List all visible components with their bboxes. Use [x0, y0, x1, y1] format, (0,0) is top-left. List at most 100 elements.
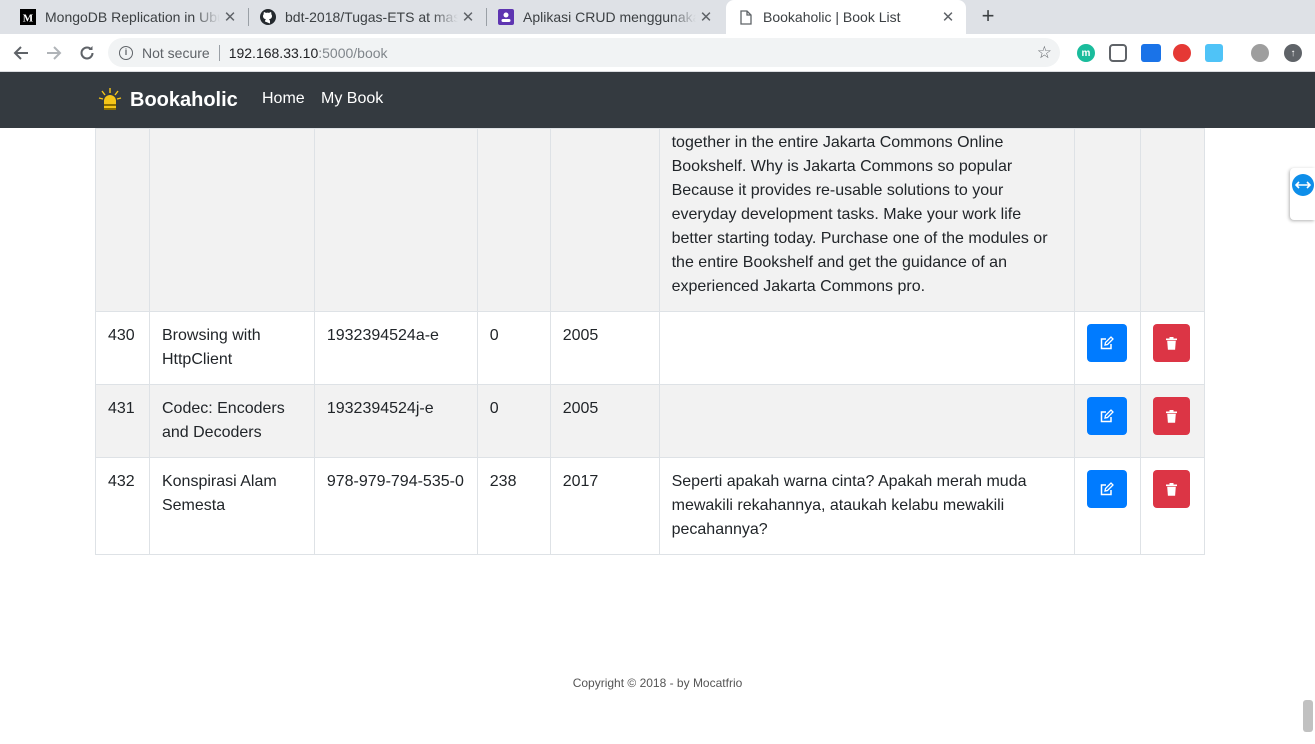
info-icon[interactable]: i — [119, 45, 133, 60]
delete-button[interactable] — [1152, 397, 1190, 435]
browser-toolbar: i Not secure 192.168.33.10:5000/book ☆ m… — [0, 34, 1315, 72]
cell-isbn: 1932394524a-e — [313, 311, 478, 385]
cell-pages: 0 — [476, 311, 551, 385]
tab-title: Aplikasi CRUD menggunakan — [523, 9, 696, 25]
browser-tab-bookaholic[interactable]: Bookaholic | Book List ✕ — [726, 0, 966, 34]
cell-isbn — [313, 128, 478, 312]
brand[interactable]: Bookaholic — [98, 87, 238, 113]
cell-id — [95, 128, 150, 312]
browser-tab-strip: M MongoDB Replication in Ubuntu ✕ bdt-20… — [0, 0, 1315, 34]
cell-isbn: 978-979-794-535-0 — [313, 457, 478, 555]
browser-tab-mongodb[interactable]: M MongoDB Replication in Ubuntu ✕ — [8, 0, 248, 34]
medium-icon: M — [20, 9, 36, 25]
document-icon — [738, 9, 754, 25]
omnibox-divider — [218, 44, 220, 61]
update-arrow-icon[interactable]: ↑ — [1284, 44, 1302, 62]
nav-my-book[interactable]: My Book — [321, 90, 383, 108]
table-row: 432 Konspirasi Alam Semesta 978-979-794-… — [95, 457, 1206, 555]
svg-text:M: M — [23, 13, 34, 25]
github-icon — [260, 9, 276, 25]
brand-name: Bookaholic — [130, 88, 238, 111]
trash-icon — [1165, 336, 1177, 350]
page-scrollbar[interactable] — [1303, 700, 1313, 732]
close-icon[interactable]: ✕ — [938, 8, 958, 26]
trash-icon — [1165, 482, 1177, 496]
cell-year — [549, 128, 660, 312]
cell-isbn: 1932394524j-e — [313, 384, 478, 458]
extension-m-icon[interactable]: m — [1077, 44, 1095, 62]
extension-chat-icon[interactable] — [1109, 44, 1127, 62]
delete-button[interactable] — [1152, 324, 1190, 362]
edit-icon — [1100, 482, 1114, 496]
close-icon[interactable]: ✕ — [696, 8, 716, 26]
close-icon[interactable]: ✕ — [458, 8, 478, 26]
cell-description: Seperti apakah warna cinta? Apakah merah… — [658, 457, 1075, 555]
teamviewer-widget[interactable] — [1290, 168, 1315, 220]
address-bar[interactable]: i Not secure 192.168.33.10:5000/book ☆ — [108, 38, 1060, 67]
tab-title: Bookaholic | Book List — [763, 9, 901, 25]
table-row: together in the entire Jakarta Commons O… — [95, 128, 1206, 312]
security-label: Not secure — [142, 44, 210, 61]
cell-pages: 238 — [476, 457, 551, 555]
extension-opera-icon[interactable] — [1173, 44, 1191, 62]
delete-button[interactable] — [1152, 470, 1190, 508]
reload-icon — [80, 46, 94, 60]
url-path: :5000/book — [318, 44, 388, 61]
site-navbar: Bookaholic Home My Book — [0, 72, 1315, 128]
cell-description — [658, 311, 1075, 385]
cell-edit — [1073, 128, 1141, 312]
table-row: 430 Browsing with HttpClient 1932394524a… — [95, 311, 1206, 385]
table-row: 431 Codec: Encoders and Decoders 1932394… — [95, 384, 1206, 458]
cell-id: 430 — [95, 311, 150, 385]
teamviewer-icon — [1292, 174, 1314, 196]
back-button[interactable] — [9, 41, 33, 65]
reload-button[interactable] — [75, 41, 99, 65]
cell-year: 2017 — [549, 457, 660, 555]
cell-edit — [1073, 311, 1141, 385]
trash-icon — [1165, 409, 1177, 423]
tab-title: bdt-2018/Tugas-ETS at master — [285, 9, 458, 25]
cell-pages: 0 — [476, 384, 551, 458]
cell-delete — [1139, 384, 1206, 458]
footer-copyright: Copyright © 2018 - by Mocatfrio — [572, 676, 743, 690]
edit-button[interactable] — [1086, 397, 1127, 435]
edit-button[interactable] — [1086, 470, 1127, 508]
edit-button[interactable] — [1086, 324, 1127, 362]
browser-tab-crud[interactable]: Aplikasi CRUD menggunakan ✕ — [486, 0, 724, 34]
lamp-logo-icon — [98, 87, 122, 113]
cell-year: 2005 — [549, 311, 660, 385]
cell-pages — [476, 128, 551, 312]
book-table: together in the entire Jakarta Commons O… — [95, 128, 1206, 555]
cell-title: Konspirasi Alam Semesta — [148, 457, 315, 555]
browser-tab-github[interactable]: bdt-2018/Tugas-ETS at master ✕ — [248, 0, 486, 34]
cell-edit — [1073, 384, 1141, 458]
arrow-left-icon — [13, 46, 28, 60]
cell-edit — [1073, 457, 1141, 555]
close-icon[interactable]: ✕ — [220, 8, 240, 26]
book-table-wrapper: together in the entire Jakarta Commons O… — [95, 128, 1206, 555]
cell-id: 432 — [95, 457, 150, 555]
cell-delete — [1139, 128, 1206, 312]
extension-calendar-icon[interactable] — [1141, 44, 1161, 62]
cell-title: Browsing with HttpClient — [148, 311, 315, 385]
new-tab-button[interactable]: + — [977, 4, 999, 30]
cell-title: Codec: Encoders and Decoders — [148, 384, 315, 458]
cell-id: 431 — [95, 384, 150, 458]
forward-button[interactable] — [42, 41, 66, 65]
tab-title: MongoDB Replication in Ubuntu — [45, 9, 220, 25]
cell-delete — [1139, 457, 1206, 555]
edit-icon — [1100, 409, 1114, 423]
profile-avatar[interactable] — [1251, 44, 1269, 62]
cell-year: 2005 — [549, 384, 660, 458]
nav-home[interactable]: Home — [262, 90, 305, 108]
purple-app-icon — [498, 9, 514, 25]
edit-icon — [1100, 336, 1114, 350]
cell-description — [658, 384, 1075, 458]
url-host: 192.168.33.10 — [228, 44, 319, 61]
bookmark-star-icon[interactable]: ☆ — [1037, 43, 1052, 63]
cell-description: together in the entire Jakarta Commons O… — [658, 128, 1075, 312]
cell-delete — [1139, 311, 1206, 385]
cell-title — [148, 128, 315, 312]
arrow-right-icon — [47, 46, 62, 60]
extension-puzzle-icon[interactable] — [1205, 44, 1223, 62]
